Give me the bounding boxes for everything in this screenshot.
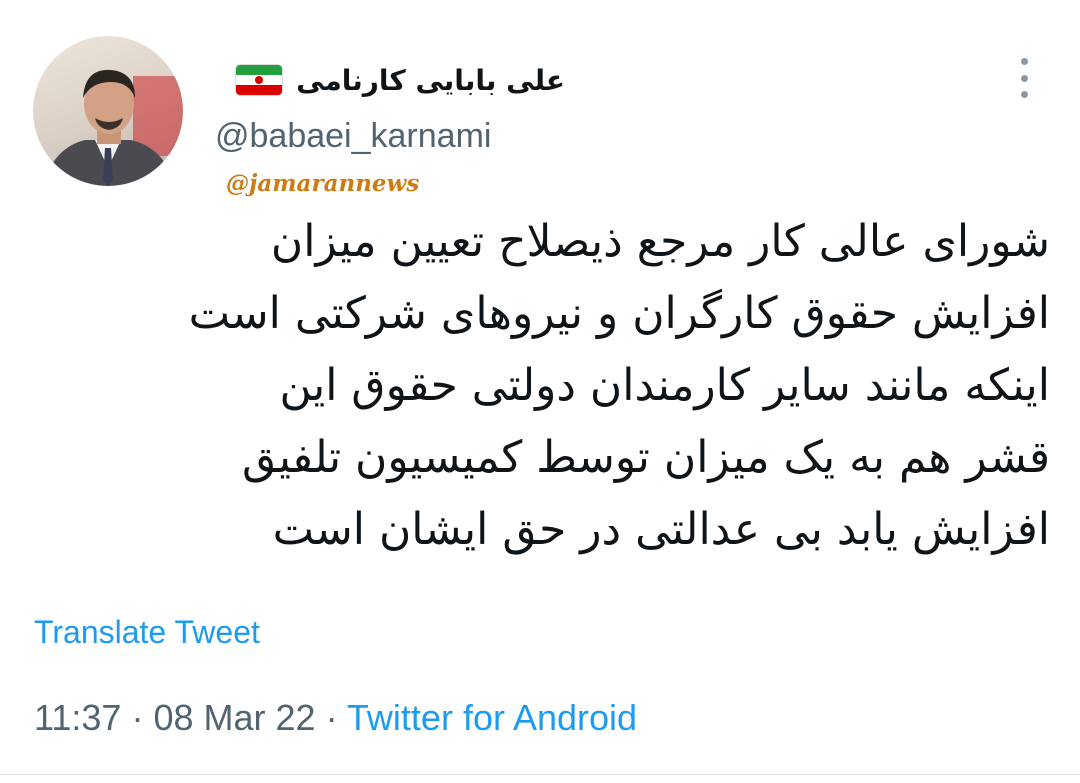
author-name-row[interactable]: علی بابایی کارنامی: [215, 52, 565, 108]
meta-separator: ·: [131, 697, 144, 738]
tweet-line: افزایش حقوق کارگران و نیروهای شرکتی است: [188, 288, 1050, 339]
tweet-line: افزایش یابد بی عدالتی در حق ایشان است: [272, 504, 1050, 555]
watermark: @jamarannews: [226, 170, 420, 197]
tweet-source-link[interactable]: Twitter for Android: [347, 697, 637, 738]
user-handle[interactable]: @babaei_karnami: [215, 117, 491, 156]
avatar[interactable]: [33, 36, 183, 186]
tweet-meta: 11:37 · 08 Mar 22 · Twitter for Android: [34, 697, 637, 739]
tweet-date[interactable]: 08 Mar 22: [153, 697, 315, 738]
display-name[interactable]: علی بابایی کارنامی: [296, 64, 565, 97]
tweet-line: شورای عالی کار مرجع ذیصلاح تعیین میزان: [270, 216, 1050, 267]
more-options-icon[interactable]: [1012, 58, 1036, 98]
tweet-line: قشر هم به یک میزان توسط کمیسیون تلفیق: [242, 432, 1050, 483]
tweet-line: اینکه مانند سایر کارمندان دولتی حقوق این: [279, 360, 1050, 411]
iran-flag-icon: [236, 65, 283, 95]
divider: [0, 774, 1080, 775]
profile-photo: [43, 69, 183, 186]
meta-separator: ·: [325, 697, 338, 738]
tweet-text: شورای عالی کار مرجع ذیصلاح تعیین میزان ا…: [30, 206, 1050, 566]
tweet-time[interactable]: 11:37: [34, 697, 121, 738]
translate-tweet-link[interactable]: Translate Tweet: [34, 614, 260, 651]
